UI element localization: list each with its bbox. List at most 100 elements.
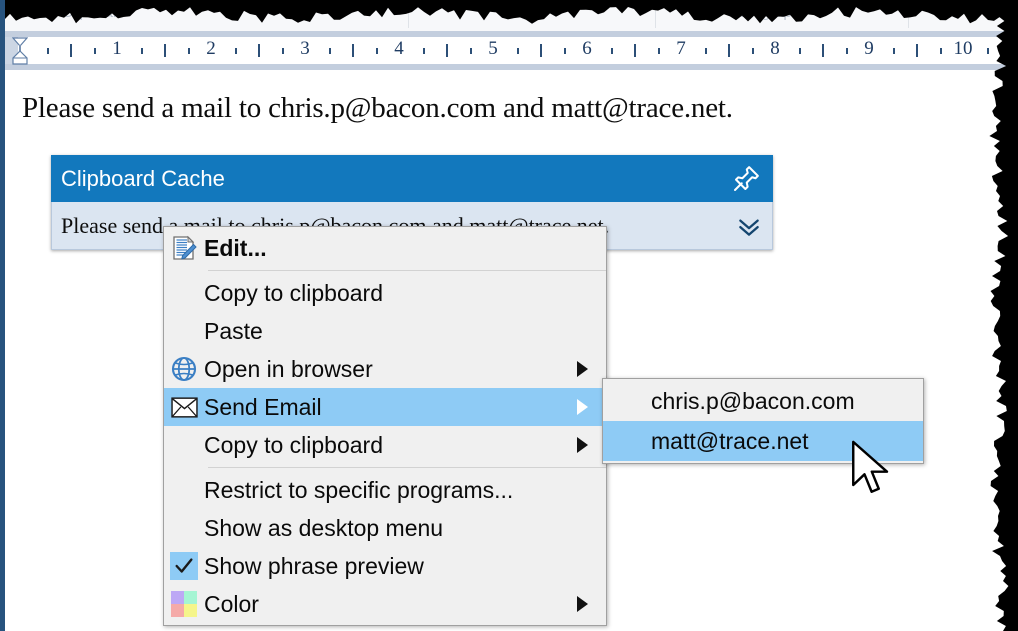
submenu-item-email[interactable]: matt@trace.net (603, 421, 923, 461)
menu-item-label: Show phrase preview (204, 552, 424, 579)
chevron-double-down-icon[interactable] (736, 213, 762, 239)
ruler-tick (375, 48, 378, 54)
ruler-tick (446, 44, 448, 57)
menu-item-color[interactable]: Color (164, 585, 606, 623)
submenu-arrow-icon (577, 361, 588, 377)
menu-item-label: Show as desktop menu (204, 514, 444, 541)
clipboard-cache-title-bar[interactable]: Clipboard Cache (51, 155, 773, 202)
ruler-number: 2 (206, 38, 216, 59)
ruler-tick (258, 44, 260, 57)
submenu-item-email[interactable]: chris.p@bacon.com (603, 381, 923, 421)
ruler-tick (751, 48, 754, 54)
ruler-number: 5 (488, 38, 498, 59)
menu-item-icon-slot (164, 471, 204, 509)
menu-item-label: Open in browser (204, 355, 373, 382)
menu-item-icon-slot (164, 388, 204, 426)
ruler-bottom-band (0, 64, 1018, 70)
menu-item-copy-to-clipboard[interactable]: Copy to clipboard (164, 426, 606, 464)
ruler-tick (140, 48, 143, 54)
ruler-number: 1 (112, 38, 122, 59)
ruler-tick (916, 44, 918, 57)
ruler-number: 4 (394, 38, 404, 59)
ruler-tick (281, 48, 284, 54)
ribbon-group-paragraph-label: Paragraph (730, 4, 801, 21)
menu-item-label: Restrict to specific programs... (204, 476, 514, 503)
ruler-number: 10 (953, 38, 973, 59)
menu-item-icon-slot (164, 229, 204, 267)
menu-item-label: Edit... (204, 234, 267, 261)
context-menu[interactable]: Edit... Copy to clipboard Paste Open in bro… (163, 226, 607, 626)
ruler-tick (822, 44, 824, 57)
ruler-tick (728, 44, 730, 57)
horizontal-ruler[interactable]: 1 2 3 4 5 6 7 8 9 10 (0, 31, 1018, 70)
pushpin-icon[interactable] (731, 164, 761, 194)
document-paper: Clipboard Paragraph 1 2 3 4 5 6 7 8 9 10 Pleas (0, 0, 1018, 631)
menu-item-icon-slot (164, 426, 204, 464)
ruler-tick (1010, 44, 1012, 57)
ruler-tick (704, 48, 707, 54)
globe-icon (171, 356, 197, 382)
ruler-tick (986, 48, 989, 54)
ruler-tick (798, 48, 801, 54)
ruler-tick (845, 48, 848, 54)
ruler-tick (516, 48, 519, 54)
ruler-tick (610, 48, 613, 54)
menu-item-icon-slot (164, 350, 204, 388)
ribbon-divider (908, 6, 909, 28)
ribbon-divider (655, 6, 656, 28)
ruler-tick (563, 48, 566, 54)
ruler-tick (939, 48, 942, 54)
ruler-number: 3 (300, 38, 310, 59)
menu-item-restrict-to-specific-programs[interactable]: Restrict to specific programs... (164, 471, 606, 509)
menu-item-paste[interactable]: Paste (164, 312, 606, 350)
document-body-text: Please send a mail to chris.p@bacon.com … (22, 92, 733, 124)
left-window-border (0, 0, 5, 631)
ruler-tick (70, 44, 72, 57)
menu-item-icon-slot (164, 274, 204, 312)
ruler-tick (657, 48, 660, 54)
ruler-tick (469, 48, 472, 54)
clipboard-cache-title: Clipboard Cache (61, 165, 225, 191)
ruler-tick (93, 48, 96, 54)
menu-separator (208, 467, 606, 468)
menu-item-send-email[interactable]: Send Email (164, 388, 606, 426)
menu-item-show-phrase-preview[interactable]: Show phrase preview (164, 547, 606, 585)
ruler-number: 7 (676, 38, 686, 59)
menu-item-label: Paste (204, 317, 263, 344)
checkmark-icon (170, 552, 198, 580)
menu-item-label: Copy to clipboard (204, 279, 383, 306)
document-edit-icon (173, 235, 197, 260)
submenu-arrow-icon (577, 437, 588, 453)
ribbon-group-clipboard-label: Clipboard (62, 4, 127, 21)
menu-item-label: Send Email (204, 393, 322, 420)
ruler-tick (328, 48, 331, 54)
left-indent-marker-icon[interactable] (12, 50, 28, 65)
ruler-tick (634, 44, 636, 57)
ruler-tick (540, 44, 542, 57)
submenu-arrow-icon (577, 596, 588, 612)
envelope-icon (170, 396, 198, 418)
menu-item-edit[interactable]: Edit... (164, 229, 606, 267)
menu-item-icon-slot (164, 312, 204, 350)
menu-item-label: Color (204, 590, 259, 617)
menu-item-icon-slot (164, 547, 204, 585)
ruler-tick (234, 48, 237, 54)
ruler-tick (352, 44, 354, 57)
ribbon-divider (408, 6, 409, 28)
menu-item-copy-to-clipboard[interactable]: Copy to clipboard (164, 274, 606, 312)
ruler-tick (187, 48, 190, 54)
menu-item-icon-slot (164, 509, 204, 547)
menu-item-icon-slot (164, 585, 204, 623)
menu-item-show-as-desktop-menu[interactable]: Show as desktop menu (164, 509, 606, 547)
menu-item-label: Copy to clipboard (204, 431, 383, 458)
send-email-submenu[interactable]: chris.p@bacon.com matt@trace.net (602, 378, 924, 464)
torn-right-edge (989, 0, 1018, 631)
ruler-number: 9 (864, 38, 874, 59)
ruler-tick (164, 44, 166, 57)
ruler-number: 8 (770, 38, 780, 59)
ruler-tick (892, 48, 895, 54)
menu-separator (208, 270, 606, 271)
menu-item-open-in-browser[interactable]: Open in browser (164, 350, 606, 388)
ribbon-remnant-strip: Clipboard Paragraph (0, 0, 1018, 31)
ruler-tick (422, 48, 425, 54)
